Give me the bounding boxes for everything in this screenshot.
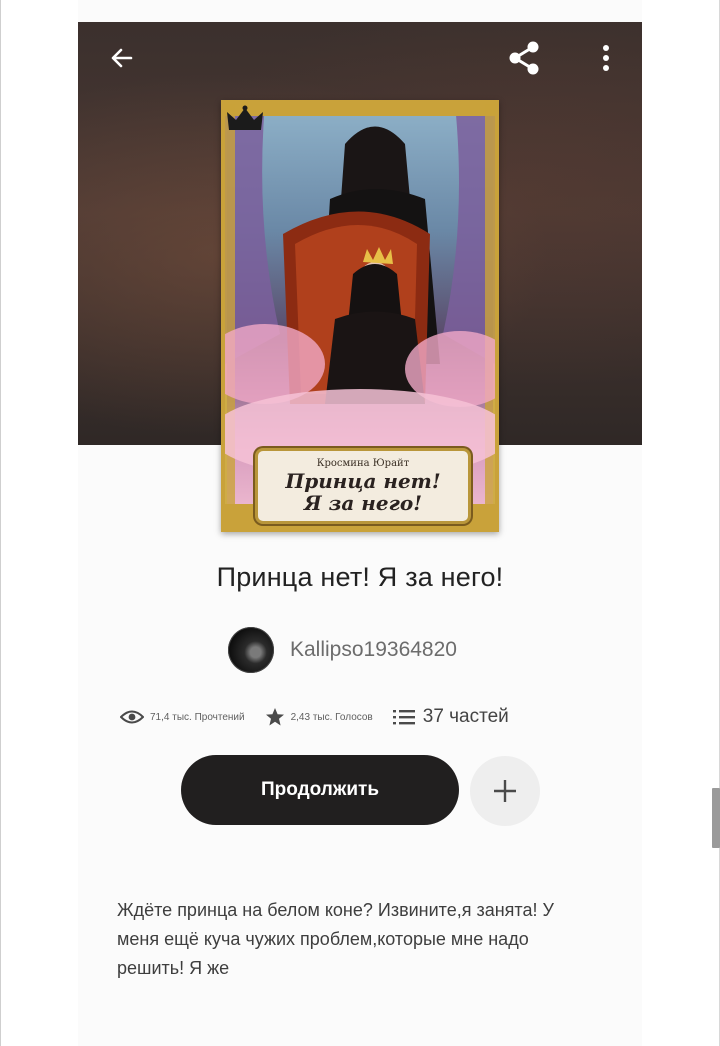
book-cover[interactable]: Кросмина Юрайт Принца нет! Я за него! — [221, 100, 499, 532]
author-name[interactable]: Kallipso19364820 — [290, 638, 457, 662]
plus-icon — [494, 780, 516, 802]
reads-count: 71,4 тыс. Прочтений — [150, 711, 245, 723]
star-icon — [265, 708, 284, 726]
avatar[interactable] — [228, 627, 274, 673]
more-options-button[interactable] — [588, 36, 624, 80]
parts-count: 37 частей — [422, 706, 509, 727]
votes-count: 2,43 тыс. Голосов — [290, 711, 373, 723]
cover-title-line-2: Я за него! — [304, 491, 422, 515]
story-description: Ждёте принца на белом коне? Извините,я з… — [117, 900, 554, 978]
arrow-left-icon — [111, 48, 133, 68]
continue-reading-button[interactable]: Продолжить — [181, 755, 459, 825]
share-button[interactable] — [500, 34, 548, 82]
votes-stat: 2,43 тыс. Голосов — [265, 707, 373, 727]
vertical-dots-icon — [603, 45, 609, 71]
scrollbar-handle[interactable] — [712, 788, 720, 848]
add-to-library-button[interactable] — [470, 756, 540, 826]
cover-title-plate: Кросмина Юрайт Принца нет! Я за него! — [255, 448, 471, 524]
author-link[interactable]: Kallipso19364820 — [228, 626, 457, 674]
back-button[interactable] — [100, 36, 144, 80]
page-edge-left — [0, 0, 1, 1046]
eye-icon — [120, 710, 144, 724]
story-title: Принца нет! Я за него! — [216, 562, 504, 592]
share-icon — [509, 41, 539, 75]
cover-title-line-1: Принца нет! — [285, 469, 441, 493]
parts-stat[interactable]: 37 частей — [392, 706, 509, 728]
list-icon — [392, 710, 415, 725]
story-stats: 71,4 тыс. Прочтений 2,43 тыс. Голосов 37… — [120, 702, 529, 732]
crown-icon — [227, 105, 263, 130]
reads-stat: 71,4 тыс. Прочтений — [120, 709, 245, 725]
